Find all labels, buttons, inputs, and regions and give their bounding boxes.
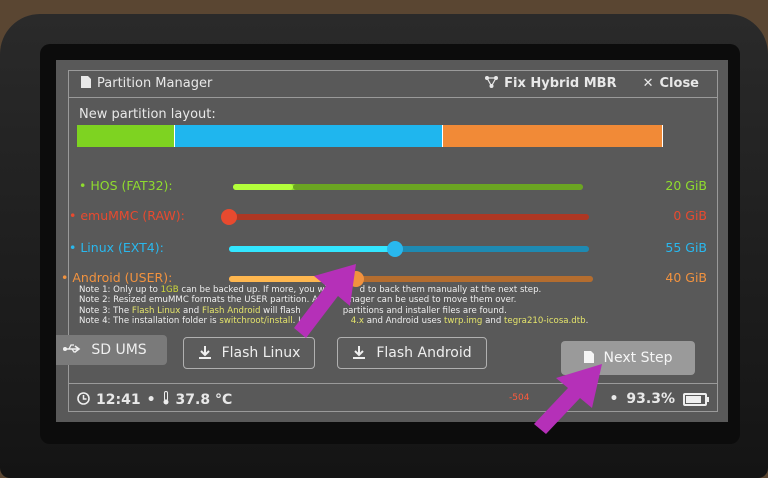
thermometer-icon [162, 391, 170, 408]
flash-android-label: Flash Android [376, 345, 472, 361]
partition-row-emummc: • emuMMC (RAW): 0 GiB [69, 207, 715, 225]
sd-card-icon [81, 76, 91, 91]
usb-icon [63, 343, 81, 357]
partition-size-emummc: 0 GiB [673, 208, 707, 223]
status-temp: 37.8 °C [175, 391, 233, 408]
partition-size-linux: 55 GiB [665, 240, 707, 255]
title-bar: Partition Manager Fix Hybrid MBR ✕ Close [69, 71, 717, 98]
clock-icon [77, 391, 90, 408]
close-label: Close [659, 76, 699, 91]
partition-label-linux: • Linux (EXT4): [69, 240, 164, 255]
layout-segment-linux [175, 125, 444, 147]
slider-fill [229, 246, 395, 252]
slider-knob[interactable] [221, 209, 237, 225]
close-button[interactable]: ✕ Close [643, 76, 699, 91]
status-right: • 93.3% [609, 391, 709, 407]
window-title-text: Partition Manager [97, 76, 213, 91]
partition-label-emummc: • emuMMC (RAW): [69, 208, 185, 223]
slider-remaining [394, 246, 589, 252]
screen: Partition Manager Fix Hybrid MBR ✕ Close [56, 60, 728, 422]
fix-hybrid-mbr-button[interactable]: Fix Hybrid MBR [485, 76, 617, 91]
separator-dot: • [146, 391, 156, 408]
note-1: Note 1: Only up to 1GB can be backed up.… [79, 285, 542, 295]
status-divider [69, 383, 717, 384]
slider-fill [233, 184, 293, 190]
partition-size-hos: 20 GiB [665, 178, 707, 193]
device-body: Partition Manager Fix Hybrid MBR ✕ Close [0, 14, 768, 478]
partition-slider-emummc[interactable] [221, 209, 589, 225]
network-icon [485, 76, 499, 91]
next-step-label: Next Step [603, 350, 673, 366]
partition-label-android: • Android (USER): [61, 270, 173, 285]
partition-size-android: 40 GiB [665, 270, 707, 285]
note-3: Note 3: The Flash Linux and Flash Androi… [79, 305, 507, 316]
partition-label-hos: • HOS (FAT32): [79, 178, 173, 193]
download-icon [198, 345, 212, 362]
annotation-arrow-icon [294, 264, 356, 338]
fix-hybrid-mbr-label: Fix Hybrid MBR [504, 76, 617, 91]
slider-remaining [292, 184, 583, 190]
partition-row-linux: • Linux (EXT4): 55 GiB [69, 239, 715, 257]
partition-layout-bar [77, 125, 663, 147]
slider-knob[interactable] [386, 241, 403, 257]
sd-ums-button[interactable]: SD UMS [56, 335, 167, 365]
sd-ums-label: SD UMS [91, 342, 147, 358]
annotation-arrow-icon [534, 364, 602, 434]
close-icon: ✕ [642, 76, 654, 91]
partition-row-hos: • HOS (FAT32): 20 GiB [69, 177, 715, 195]
slider-remaining [229, 214, 589, 220]
note-4: Note 4: The installation folder is switc… [79, 315, 589, 326]
layout-segment-android [443, 125, 663, 147]
partition-slider-hos[interactable] [233, 184, 583, 190]
battery-percent: 93.3% [626, 391, 675, 407]
status-time: 12:41 [96, 391, 141, 408]
window-title: Partition Manager [81, 76, 212, 91]
partition-manager-window: Partition Manager Fix Hybrid MBR ✕ Close [56, 70, 718, 412]
download-icon [352, 345, 366, 362]
status-left: 12:41 • 37.8 °C [77, 391, 232, 408]
partition-slider-linux[interactable] [229, 241, 589, 257]
slider-remaining [356, 276, 593, 282]
partition-slider-android[interactable] [229, 271, 593, 287]
battery-icon [683, 392, 709, 406]
notes: Note 1: Only up to 1GB can be backed up.… [79, 285, 679, 326]
layout-segment-hos [77, 125, 176, 147]
flash-linux-label: Flash Linux [221, 345, 301, 361]
layout-subtitle: New partition layout: [79, 107, 216, 122]
note-2: Note 2: Resized emuMMC formats the USER … [79, 295, 517, 306]
